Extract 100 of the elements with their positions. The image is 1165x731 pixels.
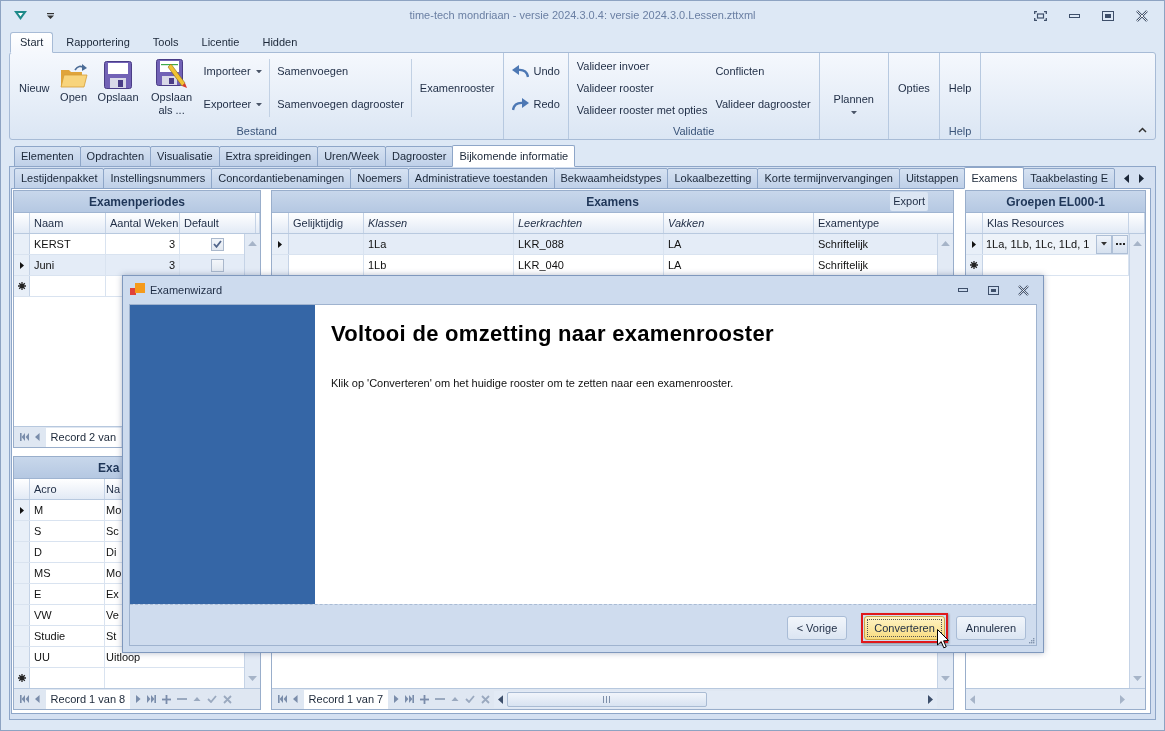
ribbon-tab[interactable]: Rapportering [56,32,140,53]
export-button[interactable]: Export [890,192,928,211]
tab[interactable]: Opdrachten [79,146,152,167]
x-icon[interactable] [222,694,232,704]
triangle-left-icon[interactable] [497,694,503,704]
skip-back-icon[interactable] [278,695,287,703]
tab[interactable]: Korte termijnvervangingen [757,168,900,189]
triangle-right-icon[interactable] [927,694,933,704]
ribbon-button[interactable]: Valideer dagrooster [713,98,813,111]
triangle-down-icon[interactable] [1133,676,1142,682]
tab[interactable]: Lestijdenpakket [14,168,105,189]
triangle-down-icon[interactable] [941,676,950,682]
tab[interactable]: Elementen [14,146,81,167]
caret-down-icon[interactable] [255,69,262,74]
ribbon-button[interactable]: Open [56,53,91,123]
triangle-up-icon[interactable] [941,241,950,247]
chevron-up-icon[interactable] [1138,127,1147,133]
plus-icon[interactable] [161,694,171,704]
triangle-up-icon[interactable] [450,696,459,702]
triangle-right-icon[interactable] [1139,173,1145,183]
skip-back-icon[interactable] [20,695,29,703]
maximize-icon [987,285,999,295]
ribbon-button[interactable]: Nieuw [16,53,53,123]
panel-title: Groepen EL000-1 [1006,194,1105,209]
ribbon-button[interactable]: Samenvoegen dagrooster [275,98,406,111]
ribbon-button[interactable]: Opties [894,53,933,123]
dropdown-button[interactable] [1096,234,1112,254]
column-header[interactable]: Klassen [364,213,514,233]
minus-icon[interactable] [176,698,187,700]
triangle-up-icon[interactable] [248,241,257,247]
x-icon[interactable] [480,694,490,704]
ribbon-tab[interactable]: Tools [142,32,189,53]
ribbon-tab[interactable]: Hidden [252,32,308,53]
caret-down-icon[interactable] [850,111,857,115]
column-header[interactable]: Klas Resources [983,213,1129,233]
tab[interactable]: Examens [964,167,1025,189]
column-header[interactable]: Aantal Weken [106,213,180,233]
floppy-pencil-icon[interactable] [155,59,188,89]
skip-back-icon[interactable] [20,433,29,441]
column-header[interactable]: Naam [30,213,106,233]
dialog-button[interactable]: Annuleren [955,616,1026,640]
tab[interactable]: Dagrooster [384,146,454,167]
scrollbar-thumb[interactable] [506,691,707,707]
column-header[interactable]: Default [180,213,256,233]
ribbon-button[interactable]: Opslaan [94,53,142,123]
grip-icon [603,695,611,703]
triangle-left-icon[interactable] [1124,173,1130,183]
check-icon[interactable] [206,695,217,703]
tab[interactable]: Noemers [350,168,409,189]
column-header[interactable]: Vakken [664,213,814,233]
checkbox[interactable] [211,258,224,272]
skip-forward-icon[interactable] [404,695,414,703]
tab[interactable]: Bijkomende informatie [452,145,576,167]
ribbon-menu-button[interactable]: Importeer [201,65,264,78]
grid-row[interactable]: 1La, 1Lb, 1Lc, 1Ld, 1 [966,234,1129,255]
ribbon-button[interactable]: Opslaan als ... [145,53,198,123]
dropdown-arrow-icon[interactable] [47,12,54,19]
vertical-scrollbar[interactable] [1129,234,1145,688]
column-header[interactable]: Gelijktijdig [289,213,364,233]
triangle-up-icon[interactable] [1133,241,1142,247]
triangle-up-icon[interactable] [192,696,201,702]
minus-icon[interactable] [434,698,445,700]
column-header[interactable]: Examentype [814,213,953,233]
dialog-button[interactable]: < Vorige [786,616,848,640]
undo-icon[interactable] [512,65,530,78]
ribbon-button[interactable]: Samenvoegen [275,65,351,78]
caret-down-icon[interactable] [1101,242,1107,246]
caret-down-icon[interactable] [256,102,263,107]
row-header [14,234,30,254]
column-header[interactable]: Leerkrachten [514,213,664,233]
check-icon[interactable] [464,695,475,703]
skip-forward-icon[interactable] [146,695,156,703]
ribbon-button[interactable]: Valideer rooster [574,81,656,95]
folder-icon[interactable] [59,63,88,89]
ribbon-button[interactable]: Valideer rooster met opties [574,103,710,117]
tab[interactable]: Uren/Week [317,146,386,167]
tab[interactable]: Concordantiebenamingen [211,168,352,189]
ribbon-button[interactable]: Help [945,53,975,123]
dialog-button[interactable]: Converteren [864,616,945,640]
ribbon-button[interactable]: Valideer invoer [574,59,652,73]
column-header[interactable]: Acro [30,479,105,499]
tab[interactable]: Extra spreidingen [218,146,319,167]
ribbon-menu-button[interactable]: Exporteer [201,98,265,111]
triangle-down-icon[interactable] [248,676,257,682]
tab[interactable]: Visualisatie [150,146,220,167]
ribbon-button[interactable]: Conflicten [713,65,767,78]
ribbon-button[interactable]: Examenrooster [416,53,498,123]
ribbon-tab[interactable]: Licentie [191,32,250,53]
more-button[interactable] [1112,234,1128,254]
grid-row[interactable]: Juni 3 [14,255,244,276]
grid-row[interactable]: KERST 3 [14,234,244,255]
triangle-down-icon[interactable] [14,11,27,20]
ribbon-tab[interactable]: Start [10,32,54,53]
ribbon-button[interactable]: Redo [510,98,562,111]
grid-row[interactable]: 1La LKR_088 LA Schriftelijk [272,234,937,255]
plus-icon[interactable] [419,694,429,704]
redo-icon[interactable] [512,98,530,111]
checkbox[interactable] [211,237,224,251]
ribbon-menu-button[interactable]: Plannen [825,53,882,123]
ribbon-button[interactable]: Undo [510,65,562,78]
